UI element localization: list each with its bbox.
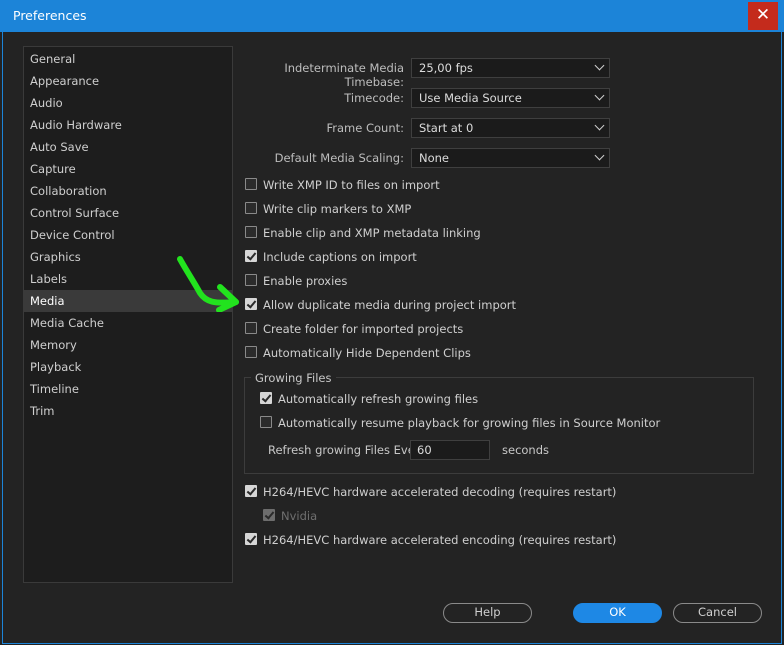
scaling-label: Default Media Scaling: [274, 151, 404, 165]
checkbox-label: Automatically refresh growing files [278, 392, 479, 406]
annotation-arrow-icon [177, 256, 239, 312]
cancel-button[interactable]: Cancel [673, 603, 762, 623]
checkbox-box-checked[interactable] [260, 392, 272, 404]
timecode-select[interactable]: Use Media Source [411, 88, 610, 108]
sidebar-item-playback[interactable]: Playback [24, 356, 232, 378]
refresh-every-label: Refresh growing Files Every [268, 443, 427, 457]
checkbox-label: Automatically resume playback for growin… [278, 416, 661, 430]
sidebar-item-appearance[interactable]: Appearance [24, 70, 232, 92]
sidebar-item-timeline[interactable]: Timeline [24, 378, 232, 400]
chevron-down-icon [594, 120, 605, 131]
checkbox-box-checked[interactable] [245, 533, 257, 545]
refresh-interval-input[interactable]: 60 [410, 440, 490, 460]
frame-count-select[interactable]: Start at 0 [411, 118, 610, 138]
checkbox-label: Write clip markers to XMP [263, 202, 412, 216]
refresh-unit-label: seconds [502, 443, 550, 457]
checkbox-box-disabled [263, 509, 275, 521]
checkbox-box-checked[interactable] [245, 485, 257, 497]
ok-button[interactable]: OK [573, 603, 662, 623]
sidebar-item-media-cache[interactable]: Media Cache [24, 312, 232, 334]
sidebar-item-trim[interactable]: Trim [24, 400, 232, 422]
scaling-select[interactable]: None [411, 148, 610, 168]
help-button[interactable]: Help [443, 603, 532, 623]
sidebar-item-device-control[interactable]: Device Control [24, 224, 232, 246]
checkbox-label: Allow duplicate media during project imp… [263, 298, 517, 312]
timebase-value: 25,00 fps [419, 61, 473, 75]
checkbox-box[interactable] [245, 226, 257, 238]
checkbox-box-checked[interactable] [245, 250, 257, 262]
preferences-sidebar: General Appearance Audio Audio Hardware … [23, 46, 233, 583]
sidebar-item-general[interactable]: General [24, 48, 232, 70]
frame-count-value: Start at 0 [419, 121, 474, 135]
sidebar-item-capture[interactable]: Capture [24, 158, 232, 180]
sidebar-item-collaboration[interactable]: Collaboration [24, 180, 232, 202]
sidebar-item-auto-save[interactable]: Auto Save [24, 136, 232, 158]
chevron-down-icon [594, 60, 605, 71]
close-icon[interactable]: ✕ [748, 2, 778, 30]
title-bar: Preferences ✕ [0, 0, 784, 32]
checkbox-label: Nvidia [281, 509, 318, 523]
chevron-down-icon [594, 150, 605, 161]
growing-files-title: Growing Files [251, 371, 336, 385]
checkbox-label: H264/HEVC hardware accelerated encoding … [263, 533, 617, 547]
checkbox-label: Write XMP ID to files on import [263, 178, 440, 192]
checkbox-box[interactable] [245, 274, 257, 286]
sidebar-item-audio[interactable]: Audio [24, 92, 232, 114]
sidebar-item-memory[interactable]: Memory [24, 334, 232, 356]
chevron-down-icon [594, 90, 605, 101]
checkbox-label: H264/HEVC hardware accelerated decoding … [263, 485, 617, 499]
sidebar-item-audio-hardware[interactable]: Audio Hardware [24, 114, 232, 136]
sidebar-item-control-surface[interactable]: Control Surface [24, 202, 232, 224]
checkbox-box[interactable] [260, 416, 272, 428]
checkbox-label: Enable clip and XMP metadata linking [263, 226, 481, 240]
checkbox-label: Automatically Hide Dependent Clips [263, 346, 471, 360]
checkbox-label: Create folder for imported projects [263, 322, 464, 336]
checkbox-label: Include captions on import [263, 250, 417, 264]
timebase-label: Indeterminate Media Timebase: [284, 61, 404, 89]
checkbox-box[interactable] [245, 202, 257, 214]
timecode-label: Timecode: [344, 91, 404, 105]
checkbox-box-checked[interactable] [245, 298, 257, 310]
window-title: Preferences [13, 8, 87, 23]
checkbox-box[interactable] [245, 322, 257, 334]
scaling-value: None [419, 151, 450, 165]
checkbox-box[interactable] [245, 178, 257, 190]
timebase-select[interactable]: 25,00 fps [411, 58, 610, 78]
checkbox-box[interactable] [245, 346, 257, 358]
timecode-value: Use Media Source [419, 91, 522, 105]
frame-count-label: Frame Count: [326, 121, 404, 135]
checkbox-label: Enable proxies [263, 274, 348, 288]
